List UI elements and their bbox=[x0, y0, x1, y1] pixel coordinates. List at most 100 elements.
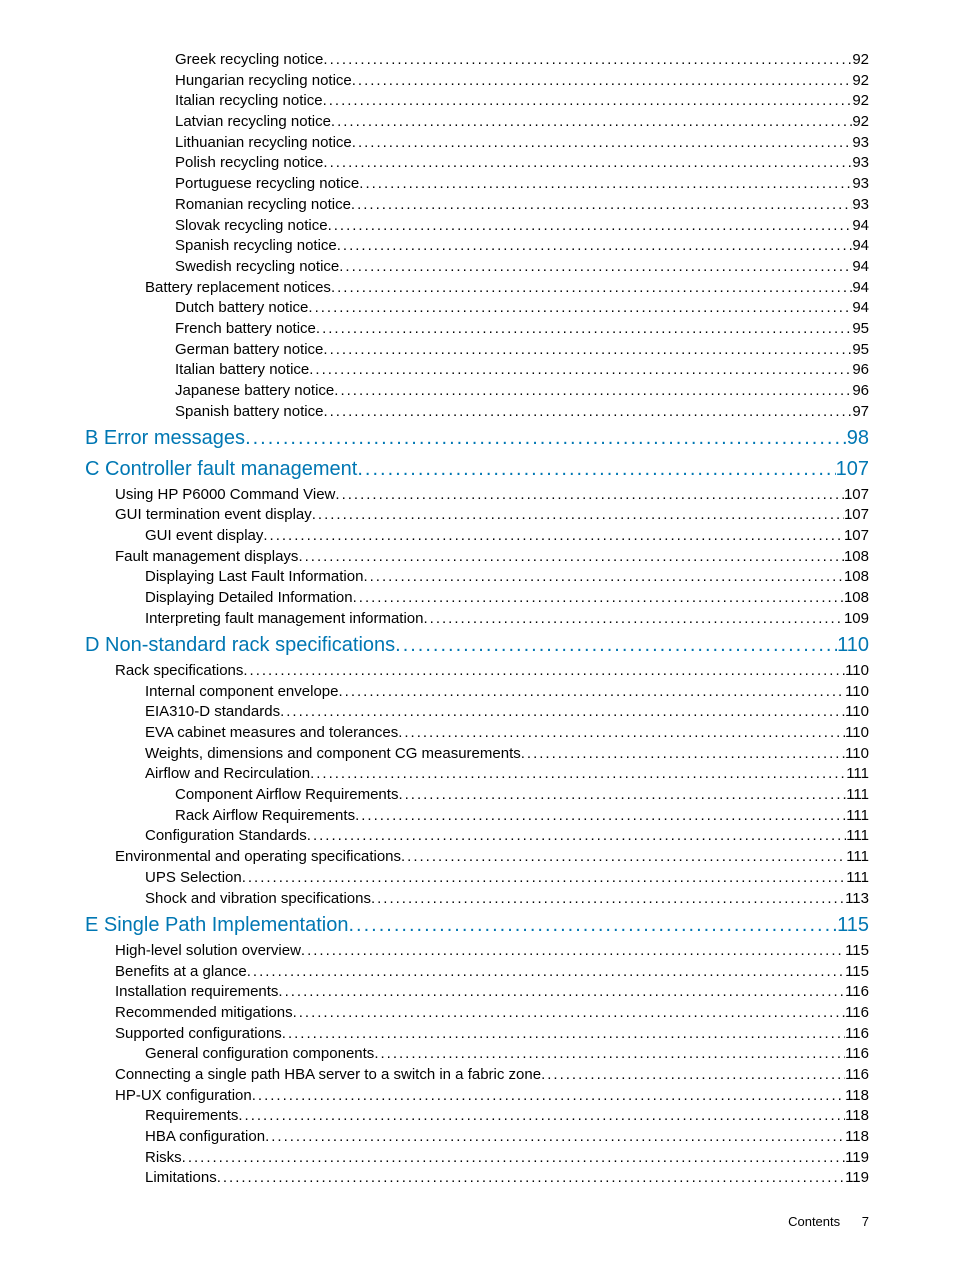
toc-entry[interactable]: Internal component envelope 110 bbox=[85, 682, 869, 703]
toc-entry[interactable]: Connecting a single path HBA server to a… bbox=[85, 1065, 869, 1086]
toc-entry[interactable]: Slovak recycling notice94 bbox=[85, 216, 869, 237]
toc-entry[interactable]: Italian recycling notice92 bbox=[85, 91, 869, 112]
toc-entry[interactable]: Spanish recycling notice94 bbox=[85, 236, 869, 257]
toc-entry-page: 94 bbox=[852, 236, 869, 257]
toc-entry[interactable]: EVA cabinet measures and tolerances110 bbox=[85, 723, 869, 744]
toc-entry-title: EIA310-D standards bbox=[145, 702, 280, 723]
toc-entry-title: Dutch battery notice bbox=[175, 298, 308, 319]
toc-entry[interactable]: Rack specifications110 bbox=[85, 661, 869, 682]
toc-entry-page: 116 bbox=[845, 1024, 869, 1045]
toc-entry[interactable]: Italian battery notice96 bbox=[85, 360, 869, 381]
toc-entry[interactable]: Airflow and Recirculation111 bbox=[85, 764, 869, 785]
toc-entry[interactable]: Polish recycling notice93 bbox=[85, 153, 869, 174]
toc-entry[interactable]: Installation requirements116 bbox=[85, 982, 869, 1003]
toc-entry[interactable]: Portuguese recycling notice93 bbox=[85, 174, 869, 195]
toc-entry-page: 110 bbox=[845, 682, 869, 703]
toc-entry-page: 119 bbox=[845, 1148, 869, 1169]
toc-leader-dots bbox=[363, 567, 844, 588]
toc-entry[interactable]: General configuration components116 bbox=[85, 1044, 869, 1065]
toc-entry[interactable]: Fault management displays108 bbox=[85, 547, 869, 568]
toc-entry[interactable]: Configuration Standards111 bbox=[85, 826, 869, 847]
toc-entry[interactable]: Japanese battery notice96 bbox=[85, 381, 869, 402]
toc-entry-page: 107 bbox=[844, 526, 869, 547]
toc-entry-page: 107 bbox=[844, 505, 869, 526]
toc-entry[interactable]: Hungarian recycling notice92 bbox=[85, 71, 869, 92]
toc-entry[interactable]: Requirements118 bbox=[85, 1106, 869, 1127]
toc-entry[interactable]: Displaying Last Fault Information108 bbox=[85, 567, 869, 588]
toc-leader-dots bbox=[307, 826, 846, 847]
toc-entry-title: German battery notice bbox=[175, 340, 323, 361]
toc-entry-page: 92 bbox=[852, 91, 869, 112]
toc-entry-page: 115 bbox=[845, 941, 869, 962]
toc-entry-title: GUI event display bbox=[145, 526, 263, 547]
toc-entry[interactable]: D Non-standard rack specifications110 bbox=[85, 632, 869, 660]
toc-entry[interactable]: Lithuanian recycling notice93 bbox=[85, 133, 869, 154]
toc-entry[interactable]: Component Airflow Requirements 111 bbox=[85, 785, 869, 806]
toc-entry[interactable]: HBA configuration118 bbox=[85, 1127, 869, 1148]
toc-entry[interactable]: E Single Path Implementation115 bbox=[85, 912, 869, 940]
toc-entry-title: Limitations bbox=[145, 1168, 217, 1189]
toc-entry[interactable]: UPS Selection111 bbox=[85, 868, 869, 889]
toc-entry[interactable]: Swedish recycling notice94 bbox=[85, 257, 869, 278]
toc-entry[interactable]: High-level solution overview115 bbox=[85, 941, 869, 962]
toc-entry[interactable]: HP-UX configuration118 bbox=[85, 1086, 869, 1107]
toc-entry[interactable]: C Controller fault management107 bbox=[85, 456, 869, 484]
toc-entry-page: 109 bbox=[844, 609, 869, 630]
toc-entry-page: 111 bbox=[846, 826, 869, 847]
toc-entry[interactable]: Supported configurations116 bbox=[85, 1024, 869, 1045]
toc-entry[interactable]: Weights, dimensions and component CG mea… bbox=[85, 744, 869, 765]
toc-entry-title: Internal component envelope bbox=[145, 682, 338, 703]
toc-leader-dots bbox=[323, 340, 852, 361]
toc-entry-page: 110 bbox=[845, 744, 869, 765]
toc-entry-title: Component Airflow Requirements bbox=[175, 785, 398, 806]
toc-entry[interactable]: Dutch battery notice94 bbox=[85, 298, 869, 319]
toc-entry-title: Swedish recycling notice bbox=[175, 257, 339, 278]
toc-entry[interactable]: Limitations119 bbox=[85, 1168, 869, 1189]
toc-entry[interactable]: Romanian recycling notice93 bbox=[85, 195, 869, 216]
toc-entry[interactable]: Environmental and operating specificatio… bbox=[85, 847, 869, 868]
toc-leader-dots bbox=[374, 1044, 845, 1065]
toc-entry[interactable]: Interpreting fault management informatio… bbox=[85, 609, 869, 630]
toc-entry-page: 108 bbox=[844, 547, 869, 568]
toc-entry-page: 110 bbox=[837, 632, 869, 660]
toc-entry[interactable]: Latvian recycling notice92 bbox=[85, 112, 869, 133]
toc-entry[interactable]: Rack Airflow Requirements111 bbox=[85, 806, 869, 827]
toc-entry-page: 92 bbox=[852, 71, 869, 92]
footer-page-number: 7 bbox=[862, 1214, 869, 1229]
toc-entry[interactable]: Recommended mitigations116 bbox=[85, 1003, 869, 1024]
toc-entry-title: Interpreting fault management informatio… bbox=[145, 609, 424, 630]
toc-leader-dots bbox=[263, 526, 844, 547]
toc-entry[interactable]: German battery notice95 bbox=[85, 340, 869, 361]
toc-entry[interactable]: Battery replacement notices94 bbox=[85, 278, 869, 299]
toc-entry-title: General configuration components bbox=[145, 1044, 374, 1065]
toc-entry-page: 111 bbox=[846, 785, 869, 806]
toc-leader-dots bbox=[424, 609, 844, 630]
toc-entry-page: 95 bbox=[852, 319, 869, 340]
toc-leader-dots bbox=[328, 216, 853, 237]
toc-entry[interactable]: Displaying Detailed Information108 bbox=[85, 588, 869, 609]
toc-entry[interactable]: GUI termination event display107 bbox=[85, 505, 869, 526]
toc-entry[interactable]: Shock and vibration specifications113 bbox=[85, 889, 869, 910]
toc-entry-title: EVA cabinet measures and tolerances bbox=[145, 723, 398, 744]
toc-entry[interactable]: GUI event display 107 bbox=[85, 526, 869, 547]
toc-leader-dots bbox=[339, 257, 852, 278]
toc-leader-dots bbox=[541, 1065, 845, 1086]
toc-entry[interactable]: Risks119 bbox=[85, 1148, 869, 1169]
toc-leader-dots bbox=[316, 319, 852, 340]
toc-entry[interactable]: Greek recycling notice92 bbox=[85, 50, 869, 71]
toc-leader-dots bbox=[282, 1024, 845, 1045]
toc-entry[interactable]: French battery notice95 bbox=[85, 319, 869, 340]
toc-entry-title: Recommended mitigations bbox=[115, 1003, 293, 1024]
toc-entry-title: Displaying Last Fault Information bbox=[145, 567, 363, 588]
toc-leader-dots bbox=[357, 456, 835, 484]
toc-entry[interactable]: Benefits at a glance115 bbox=[85, 962, 869, 983]
toc-entry-page: 97 bbox=[852, 402, 869, 423]
toc-entry-page: 92 bbox=[852, 112, 869, 133]
toc-entry[interactable]: Using HP P6000 Command View107 bbox=[85, 485, 869, 506]
toc-entry[interactable]: EIA310-D standards110 bbox=[85, 702, 869, 723]
toc-entry[interactable]: Spanish battery notice97 bbox=[85, 402, 869, 423]
toc-leader-dots bbox=[395, 632, 837, 660]
toc-entry[interactable]: B Error messages98 bbox=[85, 425, 869, 453]
toc-entry-title: Lithuanian recycling notice bbox=[175, 133, 352, 154]
toc-entry-title: Shock and vibration specifications bbox=[145, 889, 371, 910]
